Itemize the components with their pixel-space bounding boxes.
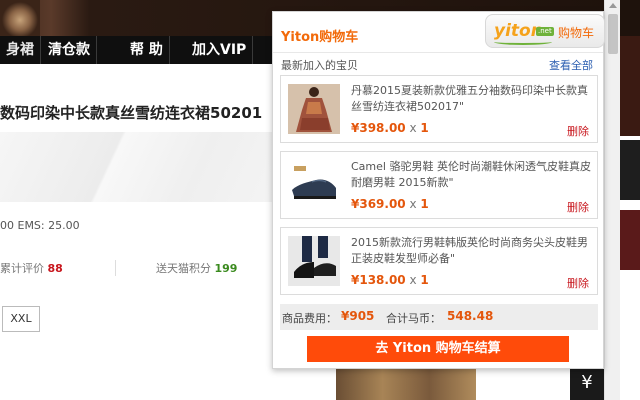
nav-bar: 身裙 清仓款 帮 助 加入VIP [0, 36, 275, 64]
cart-item[interactable]: 丹慕2015夏装新款优雅五分袖数码印染中长款真丝雪纺连衣裙502017" ¥39… [280, 75, 598, 143]
promo-banner [0, 132, 275, 202]
item-price-line: ¥138.00 x 1 [351, 273, 429, 287]
item-price-line: ¥369.00 x 1 [351, 197, 429, 211]
nav-item-clearance[interactable]: 清仓款 [42, 36, 97, 64]
yiton-logo[interactable]: yiton .net 购物车 [485, 14, 605, 48]
nav-item-join-vip[interactable]: 加入VIP [186, 36, 254, 64]
cart-item[interactable]: Camel 骆驼男鞋 英伦时尚潮鞋休闲透气皮鞋真皮耐磨男鞋 2015新款" ¥3… [280, 151, 598, 219]
fee-value: ¥905 [341, 309, 375, 323]
shoe-thumbnail[interactable] [288, 160, 340, 210]
delete-item-link[interactable]: 删除 [567, 275, 589, 291]
cart-popup: Yiton购物车 yiton .net 购物车 最新加入的宝贝 查看全部 丹慕2… [272, 11, 605, 369]
recent-items-header: 最新加入的宝贝 查看全部 [273, 52, 603, 74]
popup-title: Yiton购物车 [281, 30, 359, 45]
scroll-thumb[interactable] [608, 14, 618, 54]
points-label: 送天猫积分 [156, 262, 211, 275]
product-stats: 累计评价 88 送天猫积分 199 [0, 256, 275, 280]
delete-item-link[interactable]: 删除 [567, 123, 589, 139]
checkout-button[interactable]: 去 Yiton 购物车结算 [307, 336, 569, 362]
scroll-up-icon[interactable] [609, 3, 617, 8]
fee-label: 商品费用： [282, 312, 337, 325]
reviews-label: 累计评价 [0, 262, 44, 275]
side-image [620, 140, 640, 200]
reviews-stat[interactable]: 累计评价 88 [0, 260, 63, 276]
delete-item-link[interactable]: 删除 [567, 199, 589, 215]
coins-value: 548.48 [447, 309, 494, 323]
points-value: 199 [214, 262, 238, 275]
logo-net: .net [536, 27, 554, 36]
item-name[interactable]: Camel 骆驼男鞋 英伦时尚潮鞋休闲透气皮鞋真皮耐磨男鞋 2015新款" [351, 159, 597, 191]
banner-decoration [0, 0, 40, 36]
item-name[interactable]: 2015新款流行男鞋韩版英伦时尚商务尖头皮鞋男正装皮鞋发型师必备" [351, 235, 597, 267]
item-quantity: 1 [420, 273, 429, 287]
cart-item[interactable]: 2015新款流行男鞋韩版英伦时尚商务尖头皮鞋男正装皮鞋发型师必备" ¥138.0… [280, 227, 598, 295]
product-thumbnail [336, 368, 476, 400]
item-price: ¥138.00 [351, 273, 406, 287]
quantity-times: x [409, 121, 417, 135]
item-quantity: 1 [420, 121, 429, 135]
size-option-xxl[interactable]: XXL [2, 306, 40, 332]
quantity-times: x [409, 273, 417, 287]
currency-icon[interactable]: ¥ [570, 366, 604, 400]
recent-items-label: 最新加入的宝贝 [281, 59, 358, 72]
item-price: ¥398.00 [351, 121, 406, 135]
shoe-thumbnail[interactable] [288, 236, 340, 286]
side-image [620, 210, 640, 270]
product-title: 数码印染中长款真丝雪纺连衣裙50201 [0, 104, 263, 122]
logo-swoosh [494, 39, 552, 45]
nav-item-help[interactable]: 帮 助 [124, 36, 170, 64]
item-name[interactable]: 丹慕2015夏装新款优雅五分袖数码印染中长款真丝雪纺连衣裙502017" [351, 83, 597, 115]
coins-label: 合计马币： [386, 312, 441, 325]
page-scrollbar[interactable] [604, 0, 620, 400]
view-all-link[interactable]: 查看全部 [549, 57, 593, 73]
shipping-fee: 00 EMS: 25.00 [0, 219, 80, 232]
logo-cart-label: 购物车 [558, 26, 595, 40]
points-stat: 送天猫积分 199 [156, 260, 237, 276]
item-price-line: ¥398.00 x 1 [351, 121, 429, 135]
nav-item-dress[interactable]: 身裙 [0, 36, 41, 64]
popup-header: Yiton购物车 yiton .net 购物车 [273, 12, 605, 52]
stat-divider [115, 260, 116, 276]
dress-thumbnail[interactable] [288, 84, 340, 134]
reviews-count: 88 [47, 262, 63, 275]
cart-summary: 商品费用： ¥905 合计马币： 548.48 [280, 304, 598, 330]
item-quantity: 1 [420, 197, 429, 211]
quantity-times: x [409, 197, 417, 211]
side-image [620, 36, 640, 136]
item-price: ¥369.00 [351, 197, 406, 211]
